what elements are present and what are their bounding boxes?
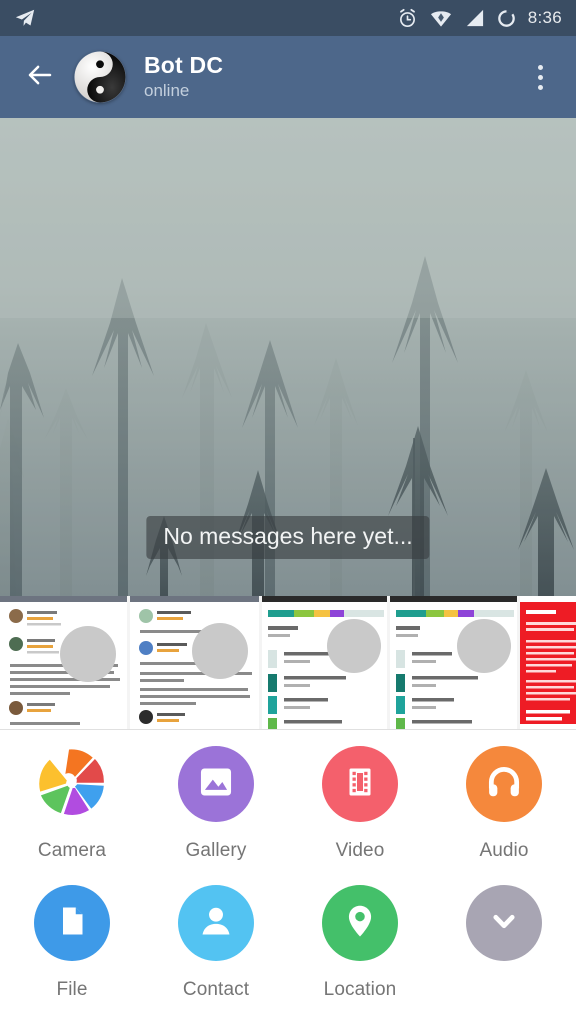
attach-label: Location [323,979,397,1000]
photo-thumbnail[interactable] [390,596,520,729]
attachment-row: Camera Gallery Video Audio [0,746,576,885]
attach-option-contact[interactable]: Contact [144,885,288,1024]
photo-thumbnail[interactable] [0,596,130,729]
file-document-icon [54,903,90,944]
back-arrow-icon [25,60,55,95]
attach-option-camera[interactable]: Camera [0,746,144,885]
attach-option-video[interactable]: Video [288,746,432,885]
chat-header-titles[interactable]: Bot DC online [144,52,223,103]
telegram-plane-icon [14,7,36,29]
attach-label: Camera [37,840,107,861]
empty-chat-placeholder: No messages here yet... [146,516,430,559]
attach-option-file[interactable]: File [0,885,144,1024]
overflow-menu-icon [537,74,543,80]
attach-option-location[interactable]: Location [288,885,432,1024]
attach-label: Contact [182,979,250,1000]
attach-label: Gallery [185,840,247,861]
attach-option-collapse[interactable] [432,885,576,1024]
status-bar: 8:36 [0,0,576,36]
photo-thumbnail[interactable] [130,596,262,729]
overflow-menu-icon [537,64,543,70]
attach-option-audio[interactable]: Audio [432,746,576,885]
back-button[interactable] [16,53,64,101]
attachment-row: File Contact Location [0,885,576,1024]
status-bar-clock: 8:36 [527,8,562,27]
online-status: online [144,81,190,101]
attach-option-gallery[interactable]: Gallery [144,746,288,885]
page-title: Bot DC [144,51,224,78]
overflow-menu-button[interactable] [520,53,560,101]
avatar[interactable] [74,51,126,103]
battery-icon [496,8,517,29]
signal-icon [464,8,485,29]
app-bar: Bot DC online [0,36,576,118]
recent-photos-strip[interactable] [0,596,576,730]
photo-thumbnail[interactable] [262,596,390,729]
yin-yang-avatar [74,51,126,103]
contact-person-icon [197,902,235,945]
attachment-menu: Camera Gallery Video Audio File Contact … [0,730,576,1024]
alarm-clock-icon [397,8,418,29]
chevron-down-icon [486,903,522,944]
attach-label: Audio [479,840,529,861]
overflow-menu-icon [537,84,543,90]
gallery-image-icon [197,763,235,806]
photo-thumbnail[interactable] [520,596,576,729]
audio-headphones-icon [485,763,523,806]
camera-shutter-icon [35,745,109,824]
wifi-icon [429,8,453,29]
chat-message-area: No messages here yet... [0,118,576,596]
attach-label: Video [335,840,385,861]
video-film-icon [342,764,378,805]
location-pin-icon [341,902,379,945]
attach-label: File [56,979,88,1000]
